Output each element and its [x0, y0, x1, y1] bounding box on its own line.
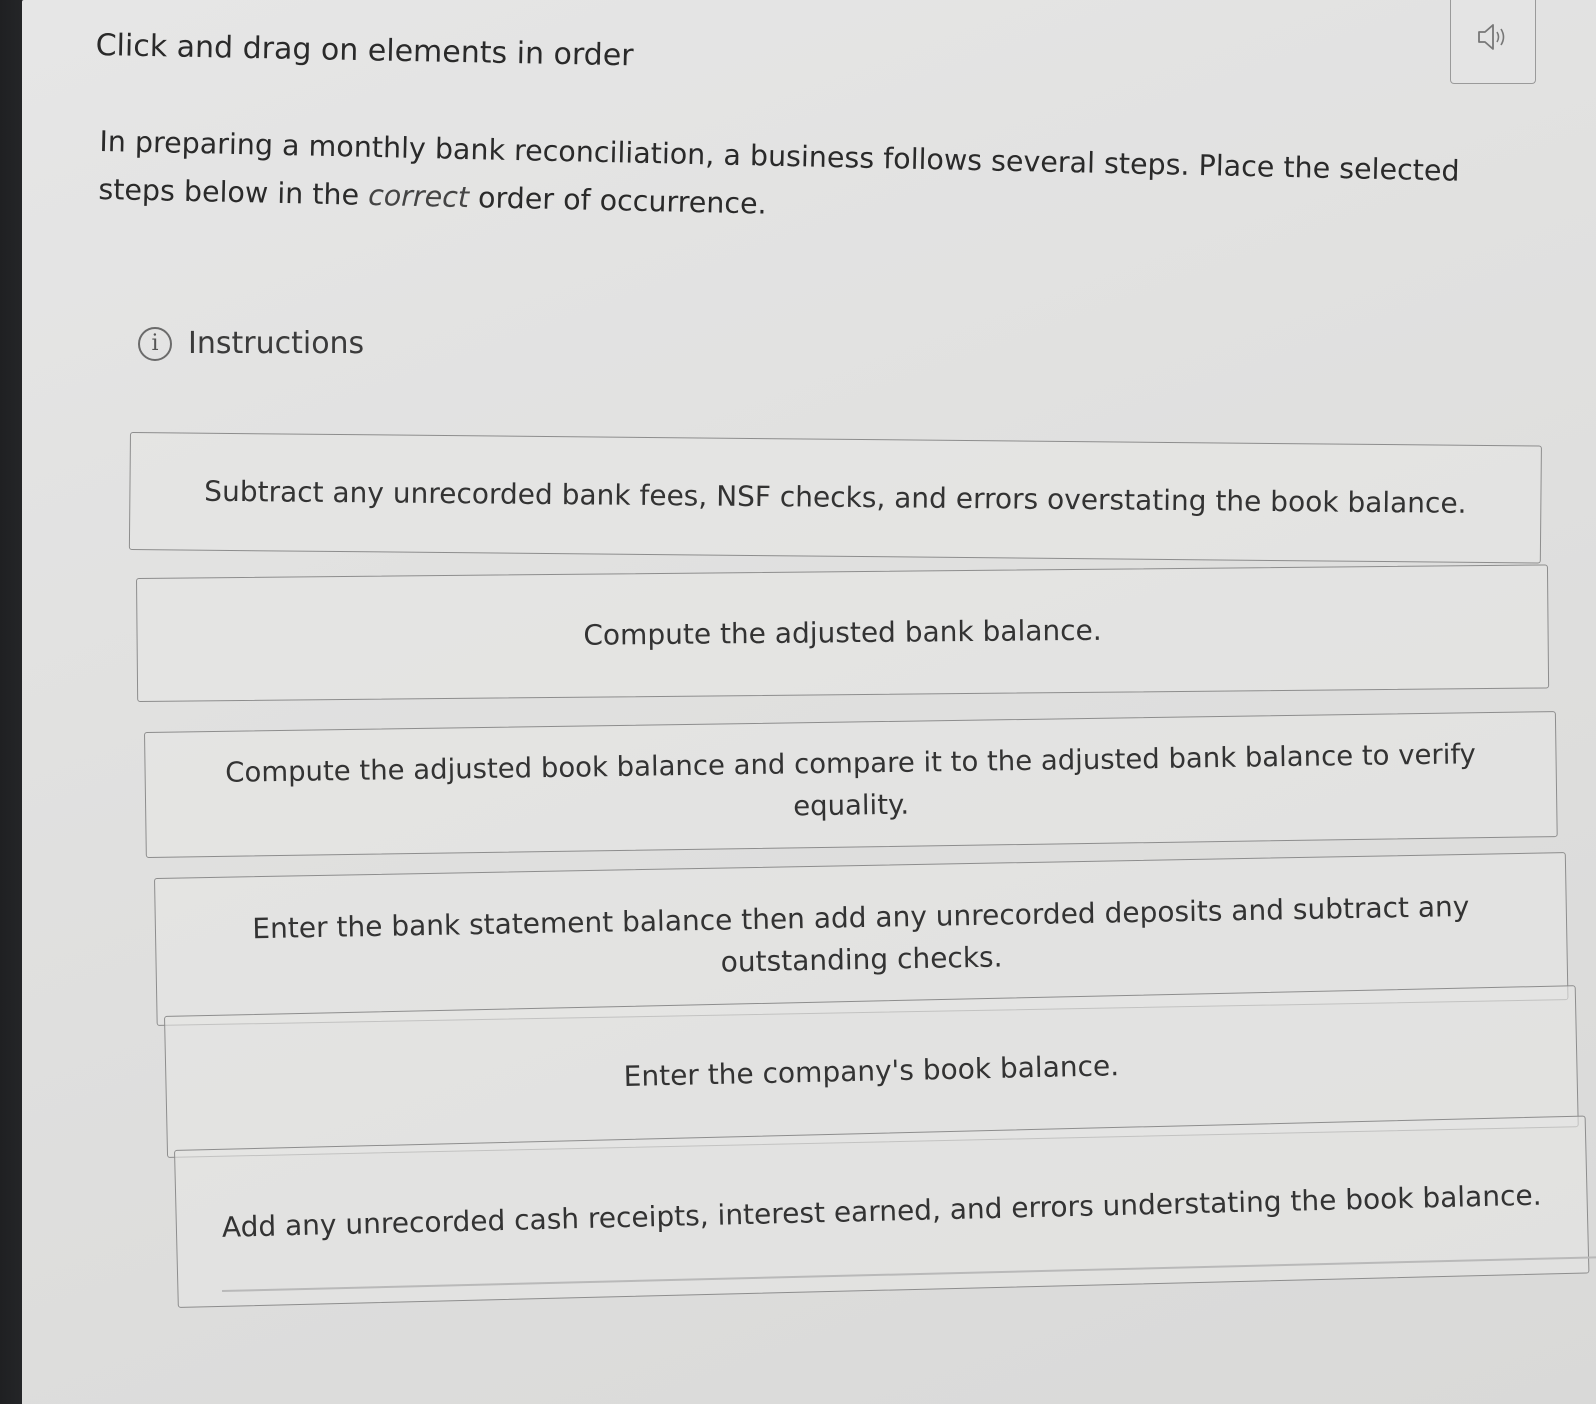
drag-item-label: Add any unrecorded cash receipts, intere… — [221, 1178, 1542, 1244]
question-text-part-2: order of occurrence. — [468, 181, 768, 221]
question-text: In preparing a monthly bank reconciliati… — [98, 118, 1500, 245]
speaker-icon — [1478, 24, 1505, 50]
drag-item-1[interactable]: Subtract any unrecorded bank fees, NSF c… — [128, 432, 1542, 564]
drag-item-label: Subtract any unrecorded bank fees, NSF c… — [204, 474, 1467, 520]
page-title: Click and drag on elements in order — [95, 28, 634, 74]
screen: Click and drag on elements in order In p… — [22, 0, 1596, 1404]
drag-item-6[interactable]: Add any unrecorded cash receipts, intere… — [174, 1115, 1590, 1308]
instructions-label: Instructions — [188, 326, 365, 361]
drag-item-label: Compute the adjusted book balance and co… — [225, 738, 1477, 823]
drag-item-3[interactable]: Compute the adjusted book balance and co… — [144, 711, 1558, 858]
drag-item-label: Compute the adjusted bank balance. — [583, 613, 1102, 652]
instructions-toggle[interactable]: i Instructions — [138, 326, 364, 361]
drag-item-2[interactable]: Compute the adjusted bank balance. — [136, 564, 1550, 702]
drag-item-label: Enter the company's book balance. — [623, 1049, 1120, 1093]
audio-button[interactable] — [1450, 0, 1536, 84]
question-text-part-1: In preparing a monthly bank reconciliati… — [98, 124, 1460, 212]
info-icon: i — [138, 326, 172, 361]
question-emphasis: correct — [367, 178, 470, 215]
drag-item-label: Enter the bank statement balance then ad… — [252, 889, 1470, 979]
